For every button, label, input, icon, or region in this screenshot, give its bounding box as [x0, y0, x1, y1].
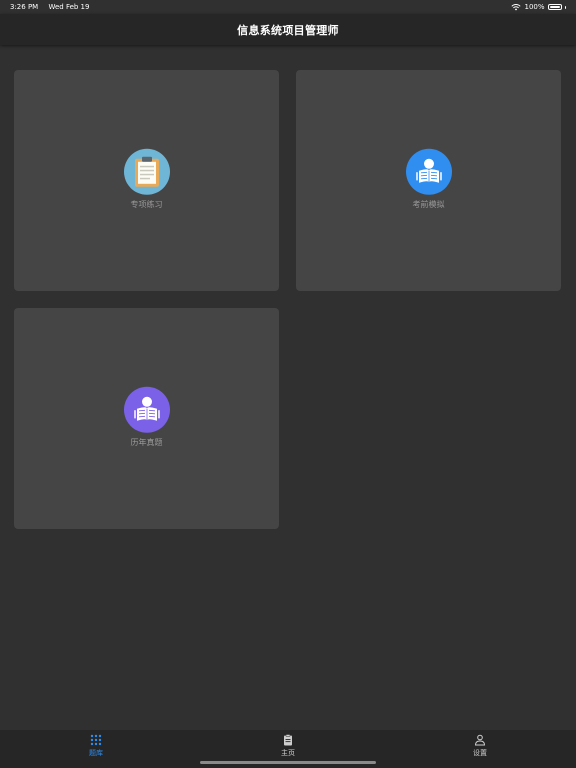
- clipboard-icon: [284, 734, 292, 746]
- wifi-icon: [511, 3, 522, 10]
- battery-icon: [547, 4, 562, 10]
- tab-question-bank[interactable]: 题库: [66, 734, 126, 758]
- tab-label: 主页: [281, 749, 295, 757]
- card-label: 历年真题: [130, 437, 163, 447]
- tab-settings[interactable]: 设置: [450, 734, 510, 758]
- tab-home[interactable]: 主页: [258, 734, 318, 758]
- reader-book-icon: [415, 158, 442, 183]
- tab-bar: 题库 主页 设置: [0, 730, 576, 768]
- status-bar: 3:26 PM Wed Feb 19 100%: [0, 0, 576, 14]
- card-icon-circle: [405, 148, 452, 195]
- card-icon-circle: [123, 386, 170, 433]
- card-icon-circle: [123, 148, 170, 195]
- status-date: Wed Feb 19: [48, 3, 90, 11]
- tab-label: 题库: [89, 749, 103, 757]
- tab-label: 设置: [473, 749, 487, 757]
- status-time: 3:26 PM: [10, 3, 39, 11]
- reader-book-icon: [133, 396, 160, 421]
- status-left: 3:26 PM Wed Feb 19: [10, 0, 97, 14]
- card-label: 专项练习: [130, 199, 163, 209]
- card-special-practice[interactable]: 专项练习: [14, 70, 279, 291]
- clipboard-icon: [134, 156, 159, 187]
- person-icon: [474, 734, 486, 746]
- navigation-bar: 信息系统项目管理师: [0, 14, 576, 45]
- status-right: 100%: [511, 0, 566, 14]
- battery-percent: 100%: [524, 3, 545, 11]
- home-indicator[interactable]: [200, 761, 376, 764]
- battery-tip: [564, 5, 566, 9]
- card-mock-exam[interactable]: 考前模拟: [296, 70, 561, 291]
- card-past-exams[interactable]: 历年真题: [14, 308, 279, 529]
- grid-icon: [90, 734, 102, 746]
- card-label: 考前模拟: [412, 199, 445, 209]
- page-title: 信息系统项目管理师: [237, 24, 339, 37]
